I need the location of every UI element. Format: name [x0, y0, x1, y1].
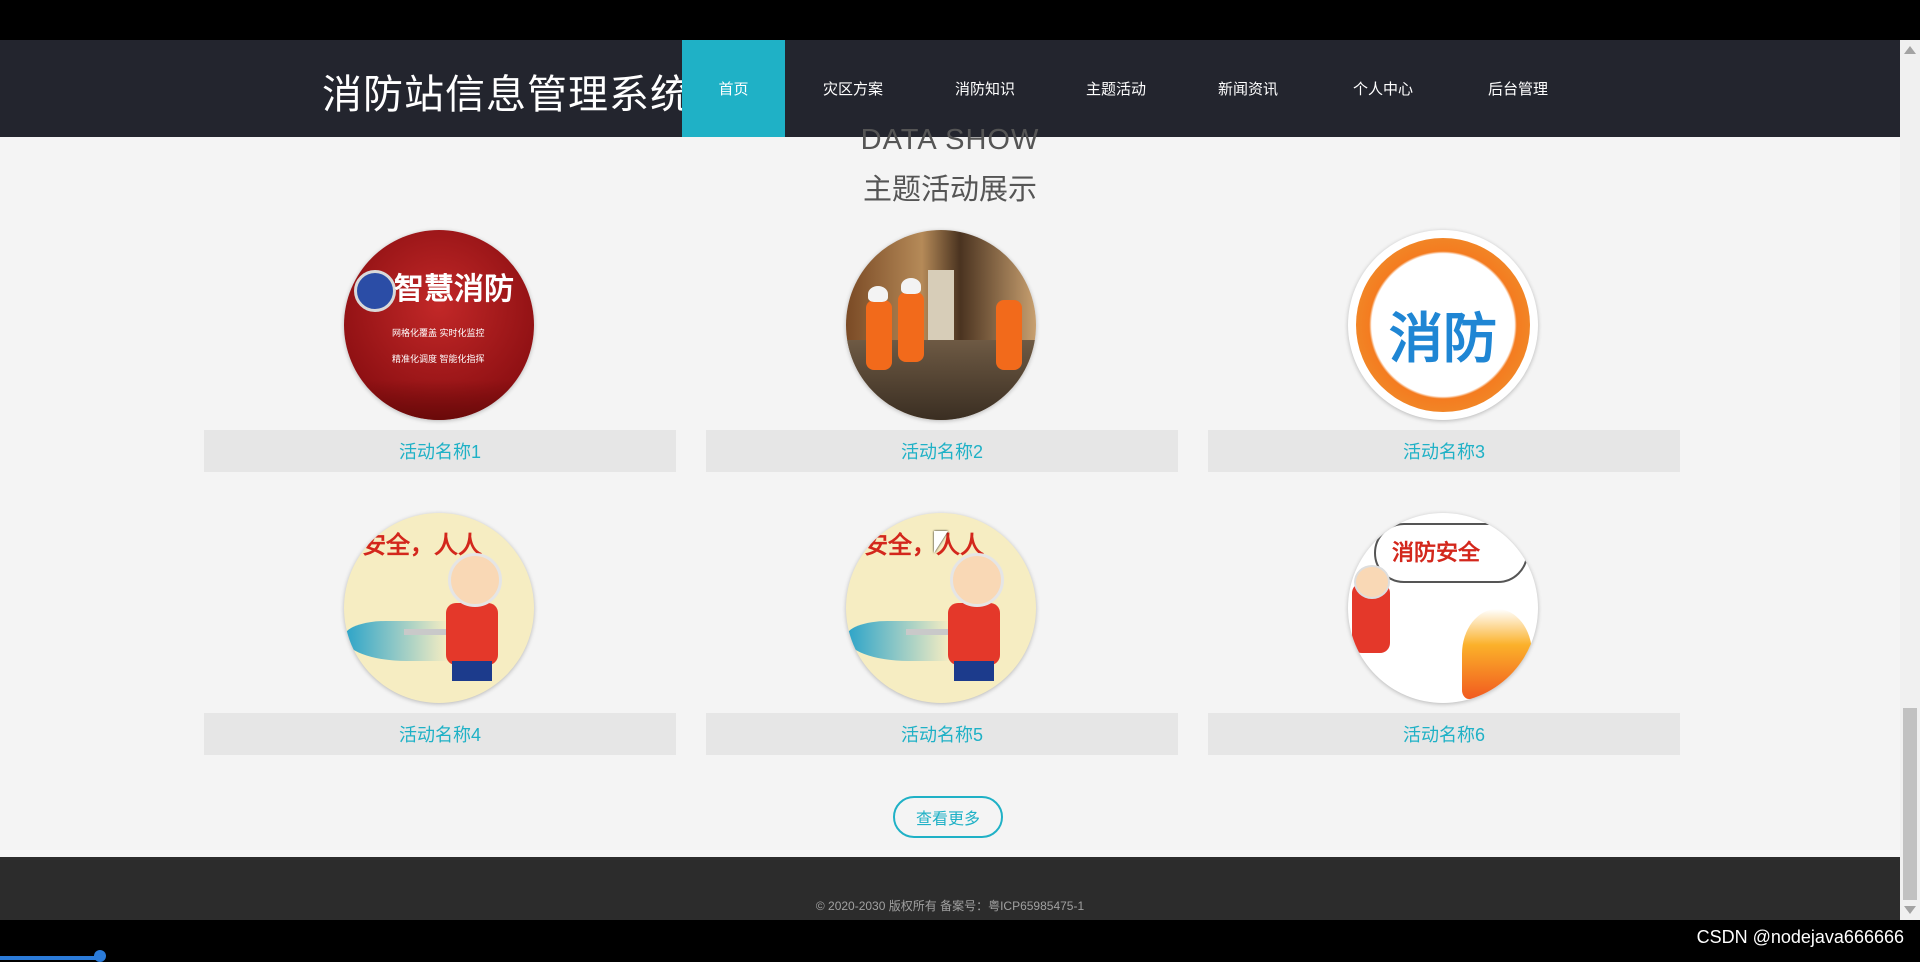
- footer-copyright: © 2020-2030 版权所有 备案号：粤ICP65985475-1: [815, 899, 1085, 913]
- image-slogan: 消安全，人人: [846, 531, 984, 559]
- scroll-up-icon[interactable]: [1904, 46, 1916, 54]
- cartoon-legs: [954, 661, 994, 681]
- nav-news[interactable]: 新闻资讯: [1183, 40, 1313, 137]
- mouse-cursor-icon: [934, 531, 948, 553]
- activity-image[interactable]: 消防: [1348, 230, 1538, 420]
- activity-name[interactable]: 活动名称3: [1208, 430, 1680, 472]
- site-footer: © 2020-2030 版权所有 备案号：粤ICP65985475-1: [0, 857, 1900, 920]
- fire-icon: [1462, 609, 1532, 699]
- nav-disaster-plan[interactable]: 灾区方案: [785, 40, 921, 137]
- activity-name[interactable]: 活动名称6: [1208, 713, 1680, 755]
- progress-line: [0, 956, 100, 960]
- activity-image[interactable]: 消安全，人人: [344, 513, 534, 703]
- progress-dot-icon: [94, 950, 106, 962]
- activity-image[interactable]: [846, 230, 1036, 420]
- nav-home[interactable]: 首页: [682, 40, 785, 137]
- cartoon-head: [1354, 565, 1390, 599]
- activity-image[interactable]: 智慧消防 网格化覆盖 实时化监控 精准化调度 智能化指挥: [344, 230, 534, 420]
- nav-personal-center[interactable]: 个人中心: [1313, 40, 1453, 137]
- corridor-door: [928, 270, 954, 350]
- watermark: CSDN @nodejava666666: [1696, 927, 1904, 947]
- main-nav: 首页 灾区方案 消防知识 主题活动 新闻资讯 个人中心 后台管理: [682, 40, 1583, 137]
- activity-name[interactable]: 活动名称1: [204, 430, 676, 472]
- cartoon-body: [948, 603, 1000, 665]
- activity-name[interactable]: 活动名称2: [706, 430, 1178, 472]
- site-title: 消防站信息管理系统: [322, 72, 691, 118]
- cartoon-head: [950, 553, 1004, 607]
- cartoon-body: [446, 603, 498, 665]
- activity-card[interactable]: 活动名称2: [706, 230, 1178, 482]
- water-spray: [344, 621, 448, 661]
- cartoon-legs: [452, 661, 492, 681]
- activity-image[interactable]: 消防安全: [1348, 513, 1538, 703]
- nav-theme-activity[interactable]: 主题活动: [1049, 40, 1183, 137]
- logo-text: 消防: [1389, 307, 1497, 370]
- image-slogan: 消安全，人人: [344, 531, 482, 559]
- helmet-icon: [868, 286, 888, 302]
- image-subcaption: 网格化覆盖 实时化监控: [392, 328, 485, 338]
- view-more-button[interactable]: 查看更多: [893, 796, 1003, 838]
- bubble-text: 消防安全: [1392, 541, 1481, 566]
- image-subcaption: 精准化调度 智能化指挥: [392, 354, 485, 364]
- police-emblem-icon: [354, 270, 396, 312]
- cartoon-head: [448, 553, 502, 607]
- activity-card[interactable]: 消防安全 活动名称6: [1208, 513, 1680, 765]
- browser-viewport: 消防站信息管理系统 首页 灾区方案 消防知识 主题活动 新闻资讯 个人中心 后台…: [0, 40, 1900, 920]
- firefighter-figure: [898, 292, 924, 362]
- nav-admin[interactable]: 后台管理: [1453, 40, 1583, 137]
- image-caption: 智慧消防: [394, 272, 514, 307]
- section-title-en: DATA SHOW: [860, 124, 1040, 156]
- firefighter-figure: [996, 300, 1022, 370]
- helmet-icon: [901, 278, 921, 294]
- activity-name[interactable]: 活动名称5: [706, 713, 1178, 755]
- section-title-zh: 主题活动展示: [862, 174, 1037, 206]
- activity-card[interactable]: 智慧消防 网格化覆盖 实时化监控 精准化调度 智能化指挥 活动名称1: [204, 230, 676, 482]
- firefighter-figure: [866, 300, 892, 370]
- site-header: 消防站信息管理系统 首页 灾区方案 消防知识 主题活动 新闻资讯 个人中心 后台…: [0, 40, 1900, 137]
- city-skyline: [344, 380, 534, 420]
- vertical-scrollbar[interactable]: [1900, 40, 1920, 920]
- activity-name[interactable]: 活动名称4: [204, 713, 676, 755]
- activity-card[interactable]: 消防 活动名称3: [1208, 230, 1680, 482]
- nav-fire-knowledge[interactable]: 消防知识: [921, 40, 1049, 137]
- water-spray: [846, 621, 950, 661]
- scroll-down-icon[interactable]: [1904, 906, 1916, 914]
- activity-card[interactable]: 消安全，人人 活动名称4: [204, 513, 676, 765]
- scroll-thumb[interactable]: [1903, 708, 1917, 900]
